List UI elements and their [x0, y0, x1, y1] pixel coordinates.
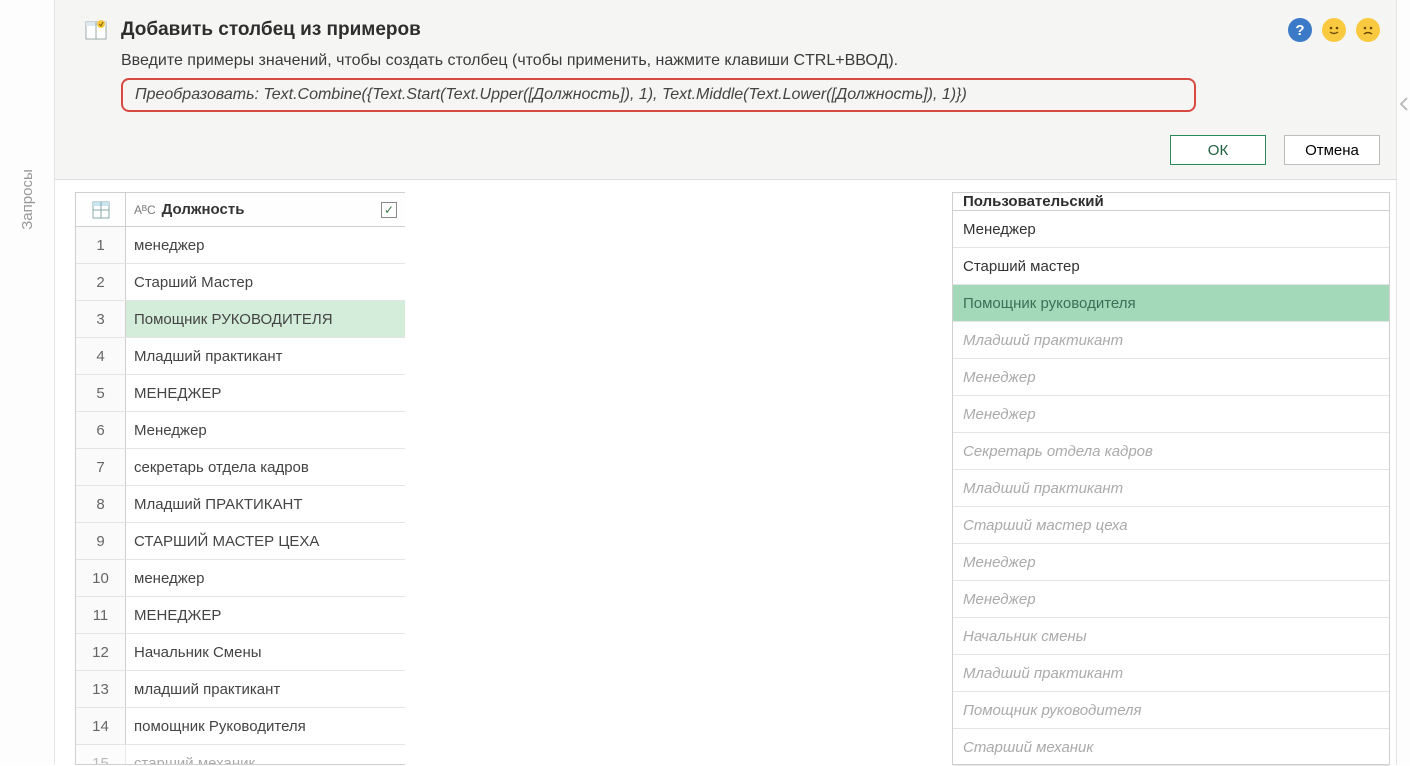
- table-row[interactable]: 9СТАРШИЙ МАСТЕР ЦЕХА: [76, 523, 405, 560]
- row-number: 4: [76, 338, 126, 374]
- panel-subtitle: Введите примеры значений, чтобы создать …: [121, 52, 1380, 70]
- ok-button[interactable]: ОК: [1170, 135, 1266, 165]
- custom-cell[interactable]: Менеджер: [953, 544, 1389, 581]
- help-icon[interactable]: ?: [1288, 18, 1312, 42]
- custom-column: Пользовательский МенеджерСтарший мастерП…: [952, 192, 1390, 765]
- cell-value: Старший Мастер: [126, 264, 405, 300]
- custom-cell[interactable]: Младший практикант: [953, 322, 1389, 359]
- table-row[interactable]: 1менеджер: [76, 227, 405, 264]
- table-row[interactable]: 14помощник Руководителя: [76, 708, 405, 745]
- custom-cell[interactable]: Помощник руководителя: [953, 285, 1389, 322]
- text-type-icon: AᴮC: [134, 203, 156, 217]
- table-row[interactable]: 7секретарь отдела кадров: [76, 449, 405, 486]
- custom-cell[interactable]: Старший мастер цеха: [953, 507, 1389, 544]
- custom-cell[interactable]: Менеджер: [953, 581, 1389, 618]
- row-number: 13: [76, 671, 126, 707]
- feedback-smile-icon[interactable]: [1322, 18, 1346, 42]
- custom-cell[interactable]: Младший практикант: [953, 655, 1389, 692]
- custom-cell[interactable]: Старший мастер: [953, 248, 1389, 285]
- cell-value: Помощник РУКОВОДИТЕЛЯ: [126, 301, 405, 337]
- column-name: Должность: [162, 201, 245, 218]
- cell-value: старший механик: [126, 745, 405, 764]
- content-area: AᴮC Должность ✓ 1менеджер2Старший Мастер…: [55, 180, 1410, 765]
- custom-cell[interactable]: Менеджер: [953, 359, 1389, 396]
- add-column-panel: Добавить столбец из примеров ? Введите п…: [55, 0, 1410, 180]
- row-number: 11: [76, 597, 126, 633]
- table-row[interactable]: 3Помощник РУКОВОДИТЕЛЯ: [76, 301, 405, 338]
- row-number: 8: [76, 486, 126, 522]
- row-number: 6: [76, 412, 126, 448]
- table-row[interactable]: 10менеджер: [76, 560, 405, 597]
- formula-preview: Преобразовать: Text.Combine({Text.Start(…: [121, 78, 1196, 112]
- cell-value: менеджер: [126, 227, 405, 263]
- table-row[interactable]: 6Менеджер: [76, 412, 405, 449]
- table-row[interactable]: 5МЕНЕДЖЕР: [76, 375, 405, 412]
- cell-value: СТАРШИЙ МАСТЕР ЦЕХА: [126, 523, 405, 559]
- row-number: 14: [76, 708, 126, 744]
- right-panel-collapsed: [1396, 0, 1410, 765]
- custom-cell[interactable]: Младший практикант: [953, 470, 1389, 507]
- custom-cell[interactable]: Помощник руководителя: [953, 692, 1389, 729]
- row-number: 7: [76, 449, 126, 485]
- cell-value: секретарь отдела кадров: [126, 449, 405, 485]
- queries-label: Запросы: [19, 169, 36, 230]
- source-table: AᴮC Должность ✓ 1менеджер2Старший Мастер…: [75, 192, 405, 765]
- custom-cell[interactable]: Старший механик: [953, 729, 1389, 766]
- row-number: 5: [76, 375, 126, 411]
- add-column-icon: [85, 19, 107, 41]
- feedback-frown-icon[interactable]: [1356, 18, 1380, 42]
- table-row[interactable]: 15старший механик: [76, 745, 405, 764]
- row-number: 2: [76, 264, 126, 300]
- row-number: 12: [76, 634, 126, 670]
- panel-title: Добавить столбец из примеров: [121, 19, 421, 41]
- custom-cell[interactable]: Менеджер: [953, 211, 1389, 248]
- cell-value: менеджер: [126, 560, 405, 596]
- custom-column-header[interactable]: Пользовательский: [953, 193, 1389, 211]
- column-filter-checkbox[interactable]: ✓: [381, 202, 397, 218]
- cell-value: Менеджер: [126, 412, 405, 448]
- row-number: 3: [76, 301, 126, 337]
- custom-cell[interactable]: Менеджер: [953, 396, 1389, 433]
- row-number: 1: [76, 227, 126, 263]
- table-row[interactable]: 13младший практикант: [76, 671, 405, 708]
- row-number: 10: [76, 560, 126, 596]
- cell-value: Младший практикант: [126, 338, 405, 374]
- cancel-button[interactable]: Отмена: [1284, 135, 1380, 165]
- table-row[interactable]: 8Младший ПРАКТИКАНТ: [76, 486, 405, 523]
- cell-value: Начальник Смены: [126, 634, 405, 670]
- row-number: 15: [76, 745, 126, 764]
- queries-sidebar: Запросы: [0, 0, 55, 765]
- table-row[interactable]: 11МЕНЕДЖЕР: [76, 597, 405, 634]
- cell-value: помощник Руководителя: [126, 708, 405, 744]
- table-row[interactable]: 12Начальник Смены: [76, 634, 405, 671]
- cell-value: Младший ПРАКТИКАНТ: [126, 486, 405, 522]
- custom-cell[interactable]: Начальник смены: [953, 618, 1389, 655]
- cell-value: МЕНЕДЖЕР: [126, 375, 405, 411]
- row-number: 9: [76, 523, 126, 559]
- expand-right-chevron-icon[interactable]: [1397, 96, 1410, 117]
- table-row[interactable]: 2Старший Мастер: [76, 264, 405, 301]
- cell-value: младший практикант: [126, 671, 405, 707]
- column-header[interactable]: AᴮC Должность ✓: [126, 193, 405, 226]
- custom-cell[interactable]: Секретарь отдела кадров: [953, 433, 1389, 470]
- cell-value: МЕНЕДЖЕР: [126, 597, 405, 633]
- row-number-header[interactable]: [76, 193, 126, 226]
- table-row[interactable]: 4Младший практикант: [76, 338, 405, 375]
